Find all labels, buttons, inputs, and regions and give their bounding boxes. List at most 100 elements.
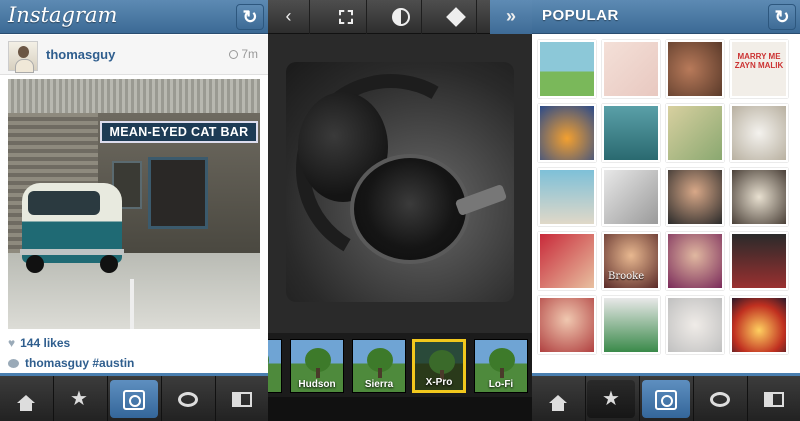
filter-strip[interactable]: Hudson Sierra X-Pro Lo-Fi <box>268 333 532 397</box>
nav-news-button[interactable] <box>164 380 212 418</box>
popular-thumb[interactable]: MARRY ME ZAYN MALIK <box>730 40 788 98</box>
popular-thumb[interactable] <box>730 168 788 226</box>
filter-tree <box>268 348 269 372</box>
back-button[interactable]: ‹ <box>268 0 310 34</box>
lux-button[interactable] <box>380 0 422 34</box>
photo-bus-wheel <box>100 255 118 273</box>
caption-hashtag[interactable]: #austin <box>92 356 134 370</box>
rotate-icon <box>445 7 466 28</box>
nav-profile-button[interactable] <box>750 380 798 418</box>
home-icon <box>549 395 567 411</box>
nav-home-button[interactable] <box>534 380 582 418</box>
popular-thumb[interactable] <box>666 296 724 354</box>
avatar[interactable] <box>8 41 38 73</box>
refresh-icon: ↻ <box>774 7 790 27</box>
popular-thumb[interactable] <box>666 104 724 162</box>
popular-thumb[interactable] <box>538 296 596 354</box>
nav-news-button[interactable] <box>696 380 744 418</box>
thumb-caption-text: MARRY ME ZAYN MALIK <box>734 52 784 70</box>
filter-trunk <box>378 368 382 378</box>
filter-label: Hudson <box>298 379 336 390</box>
filter-hudson[interactable]: Hudson <box>290 339 344 393</box>
clock-icon <box>229 50 239 59</box>
border-button[interactable] <box>325 0 367 34</box>
photo-headphone-cup <box>350 154 470 264</box>
bottom-nav: ★ <box>0 373 268 421</box>
camera-icon <box>123 389 145 410</box>
popular-thumb[interactable] <box>666 168 724 226</box>
post-photo[interactable]: MEAN-EYED CAT BAR <box>8 79 260 329</box>
comment-bubble-icon <box>8 359 19 368</box>
popular-thumb[interactable] <box>602 104 660 162</box>
popular-thumb[interactable] <box>666 232 724 290</box>
popular-thumb[interactable] <box>602 296 660 354</box>
camera-icon <box>655 389 677 410</box>
post-username[interactable]: thomasguy <box>46 47 115 62</box>
nav-divider <box>585 376 586 421</box>
likes-row[interactable]: ♥ 144 likes <box>8 336 70 350</box>
popular-thumb[interactable]: Brooke <box>602 232 660 290</box>
post-time: 7m <box>229 47 258 61</box>
thumb-caption-text: Brooke <box>608 271 645 282</box>
refresh-button[interactable]: ↻ <box>236 4 264 30</box>
editor-photo-preview[interactable] <box>286 62 514 302</box>
filter-trunk <box>500 368 504 378</box>
chevron-left-icon: ‹ <box>285 6 292 26</box>
border-icon <box>338 10 353 25</box>
news-icon <box>764 392 784 408</box>
popular-thumb[interactable] <box>538 168 596 226</box>
popular-thumb[interactable] <box>602 168 660 226</box>
heart-icon: ♥ <box>8 336 16 350</box>
nav-popular-button[interactable]: ★ <box>587 380 635 418</box>
nav-divider <box>693 376 694 421</box>
filter-label: X-Pro <box>425 377 453 388</box>
popular-thumb[interactable] <box>538 104 596 162</box>
nav-camera-button[interactable] <box>110 380 158 418</box>
editor-screen: ‹ » Hudson Sierra X-Pro Lo-Fi <box>268 0 532 421</box>
nav-home-button[interactable] <box>2 380 50 418</box>
app-logo: Instagram <box>8 3 118 27</box>
nav-divider <box>215 376 216 421</box>
nav-divider <box>107 376 108 421</box>
filter-trunk <box>316 368 320 378</box>
refresh-button[interactable]: ↻ <box>768 4 796 30</box>
popular-thumb[interactable] <box>730 104 788 162</box>
photo-bus-window <box>28 191 100 215</box>
star-icon: ★ <box>602 388 620 410</box>
popular-screen: POPULAR ↻ MARRY ME ZAYN MALIK Brooke ★ <box>532 0 800 421</box>
popular-thumb[interactable] <box>730 296 788 354</box>
popular-thumb[interactable] <box>730 232 788 290</box>
filter-lofi[interactable]: Lo-Fi <box>474 339 528 393</box>
editor-toolbar: ‹ » <box>268 0 532 34</box>
news-icon <box>232 392 252 408</box>
popular-thumb[interactable] <box>602 40 660 98</box>
filter-xpro[interactable]: X-Pro <box>412 339 466 393</box>
bottom-nav: ★ <box>532 373 800 421</box>
nav-popular-button[interactable]: ★ <box>55 380 103 418</box>
star-icon: ★ <box>70 388 88 410</box>
lux-icon <box>391 8 410 27</box>
rotate-button[interactable] <box>435 0 477 34</box>
caption-username[interactable]: thomasguy <box>25 356 89 370</box>
home-icon <box>17 395 35 411</box>
photo-ground <box>8 253 260 329</box>
likes-count[interactable]: 144 likes <box>20 336 70 350</box>
popular-thumb[interactable] <box>538 40 596 98</box>
filter-sierra[interactable]: Sierra <box>352 339 406 393</box>
nav-profile-button[interactable] <box>218 380 266 418</box>
feed-screen: Instagram ↻ thomasguy 7m MEAN-EYED CAT B… <box>0 0 268 421</box>
photo-bus-wheel <box>26 255 44 273</box>
popular-thumb[interactable] <box>538 232 596 290</box>
filter-label: Sierra <box>364 379 394 390</box>
refresh-icon: ↻ <box>242 7 258 27</box>
filter-thumb-partial[interactable] <box>268 339 282 393</box>
next-button[interactable]: » <box>490 0 532 34</box>
nav-divider <box>747 376 748 421</box>
nav-camera-button[interactable] <box>642 380 690 418</box>
popular-title: POPULAR <box>542 7 619 24</box>
popular-thumb[interactable] <box>666 40 724 98</box>
caption-row: thomasguy #austin <box>8 356 134 370</box>
comment-icon <box>710 392 730 408</box>
post-header: thomasguy 7m <box>0 35 268 75</box>
photo-road-line <box>130 279 134 329</box>
